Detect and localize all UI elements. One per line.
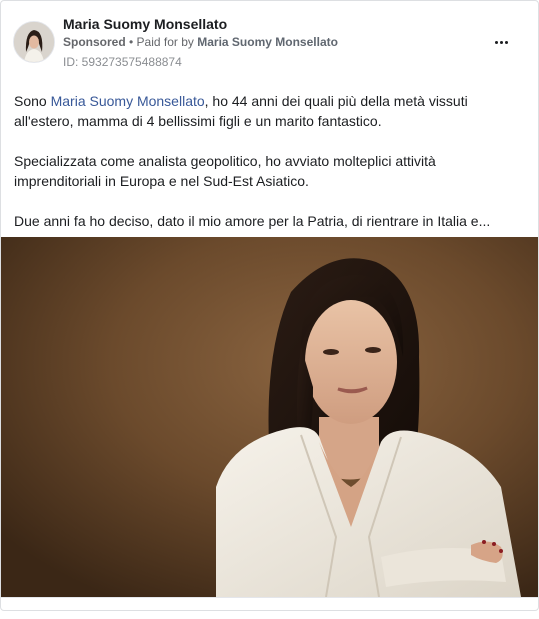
post-header: Maria Suomy Monsellato Sponsored • Paid … [13,15,526,73]
paragraph-2: Specializzata come analista geopolitico,… [14,153,436,189]
author-link[interactable]: Maria Suomy Monsellato [51,93,205,109]
paid-by-name[interactable]: Maria Suomy Monsellato [197,35,338,49]
sponsored-line: Sponsored • Paid for by Maria Suomy Mons… [63,35,338,49]
more-options-icon[interactable] [494,31,514,47]
paragraph-1: Sono Maria Suomy Monsellato, ho 44 anni … [14,91,524,131]
sponsored-label: Sponsored [63,35,126,49]
paid-for-prefix: • Paid for by [125,35,198,49]
avatar-image [14,22,54,62]
paragraph-3: Due anni fa ho deciso, dato il mio amore… [14,213,491,229]
avatar[interactable] [13,21,55,63]
footer-divider [1,597,538,598]
post-text: Sono Maria Suomy Monsellato, ho 44 anni … [14,91,524,251]
ad-id: ID: 593273575488874 [63,55,182,69]
post-photo[interactable] [1,237,539,597]
author-name[interactable]: Maria Suomy Monsellato [63,16,227,32]
ad-post-card: Maria Suomy Monsellato Sponsored • Paid … [0,0,539,611]
paragraph-1-start: Sono [14,93,51,109]
